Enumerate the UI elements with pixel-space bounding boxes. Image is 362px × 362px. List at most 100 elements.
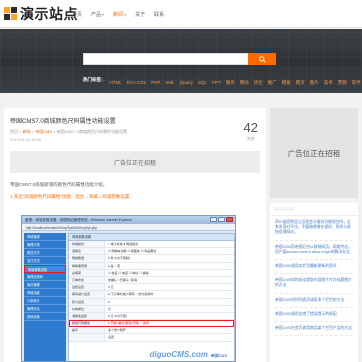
watermark-text: diguoCMS.com [149,350,208,359]
sidebar-article-link[interactable]: 帝国CMS如何列表页调用多个栏目的方法 [275,294,353,308]
screenshot-sidebar-item: 管理评论 [24,305,66,313]
sidebar-ad-banner[interactable]: 广告位正在招租 [270,108,358,198]
screenshot-sidebar-item: 商城参数设置 [24,265,66,273]
hot-tag-link[interactable]: HTML [110,80,122,85]
watermark-subtext: 帝国CMS [210,353,227,358]
screenshot-setting-row: 设置 [69,334,234,342]
breadcrumb-item[interactable]: 帝国CMS7.0商城颜色尺码属性功能设置 [57,129,127,134]
screenshot-sidebar-item: 支付方式 [24,257,66,265]
minimize-icon [210,217,217,222]
screenshot-setting-label: 积分设置 [69,298,105,305]
nav-item-1[interactable]: 产品 ▾ [91,11,104,18]
screenshot-setting-value: ● 下订单时减少库存 ○ 支付完成时 [108,292,154,297]
screenshot-setting-label: 订单状态 [69,276,105,284]
screenshot-sidebar-item: 订单统计 [24,297,66,305]
hot-tag-link[interactable]: PHP [151,80,160,85]
screenshot-settings-panel: 商城参数设置 商城模式 ○ 电子商城 ● 网店模式 选择表 ☑ 购物车功能 ☑ 收藏夹… [68,233,235,361]
sidebar-article-link[interactable]: 帝国CMS用帝国后台以前装网页。网络传达，用户面access control a… [275,241,353,261]
site-logo[interactable]: 演示站点 [4,5,78,23]
nav-item-2[interactable]: 新闻 ▾ [113,11,126,18]
screenshot-setting-value: 设置 [108,335,115,340]
screenshot-setting-row: 提示 多个用"|"隔开 [69,327,234,335]
sidebar-article-link[interactable]: 帝国CMS在首页调用商品某个栏目产品的方法 [275,322,353,337]
nav-item-label: 关于 [135,11,146,18]
article-title: 帝国CMS7.0商城颜色尺码属性功能设置 [10,119,116,125]
breadcrumb: 首页 > 新闻 > 帝国CMS > 帝国CMS7.0商城颜色尺码属性功能设置 [10,129,260,135]
search-button[interactable] [248,53,276,65]
screenshot-setting-label: 提示 [69,327,105,334]
screenshot-setting-row: 必填项 ☑ 姓名 ☑ 电话 ☑ 地址 ☐ 邮编 [69,269,234,277]
hot-tag-link[interactable]: 模板 [282,80,291,85]
hot-tag-link[interactable]: DIV+CSS [127,80,146,85]
main-nav: 首页 产品 ▾ 新闻 ▾ 关于 联系 [72,0,173,28]
screenshot-watermark: diguoCMS.com 帝国CMS [150,350,227,359]
nav-item-label: 联系 [154,11,165,18]
article-date: 2019-01-11 10:45 [10,137,42,142]
screenshot-setting-value: ☑ 姓名 ☑ 电话 ☑ 地址 ☐ 邮编 [108,270,149,275]
screenshot-sidebar-item: 库存管理 [24,281,66,289]
screenshot-setting-label: 颜色尺码属性 [69,320,105,327]
screenshot-address-bar: http://localhost/e/admin/ShopSys/SetShop… [22,224,235,231]
article-ad-banner[interactable]: 广告位正在招租 [10,151,260,173]
sidebar-article-link[interactable]: 帝国CMS调用本栏目最新更新的资讯 [275,260,353,275]
screenshot-setting-value: 元 [108,306,112,311]
screenshot-setting-row: 商城模式 ○ 电子商城 ● 网店模式 [69,241,234,249]
screenshot-setting-row: 满额免运费 0 元 (0为不限) [69,312,234,321]
search-input[interactable] [84,61,262,71]
hot-tag-link[interactable]: 优化 [254,80,263,85]
breadcrumb-item[interactable]: 首页 [10,129,18,134]
nav-item-4[interactable]: 联系 [154,11,164,18]
search-box [83,53,263,71]
screenshot-address: http://localhost/e/admin/ShopSys/SetShop… [26,225,98,230]
screenshot-setting-value: ☑ 购物车功能 ☑ 收藏夹 ☑ 商品属性 [108,249,157,254]
nav-item-label: 产品 [91,11,102,18]
sidebar-ad-text: 广告位正在招租 [287,148,341,158]
screenshot-sidebar-item: 商城功能 [24,289,66,297]
hot-tag-link[interactable]: 网页 [296,80,305,85]
screenshot-setting-value: 0 元 (0为不限) [108,313,128,318]
screenshot-setting-row: 购物需登录 ● 是 ○ 否 [69,262,234,270]
screenshot-sidebar: 商城管理 管理订单 配送方式 支付方式 商城参数设置 管理优惠码 库存管理 商城功能 订单统计管… [24,233,66,361]
hot-tag-link[interactable]: XML [165,80,174,85]
screenshot-setting-row: 限制数量 0 件 (0为不限制) [69,255,234,263]
top-header: 演示站点 首页 产品 ▾ 新闻 ▾ 关于 联系 [0,0,362,28]
hot-tag-link[interactable]: 美术 [324,80,333,85]
sidebar-article-link[interactable]: 帝国CMS调用出错了错误提示的原因 [275,308,353,323]
search-icon [258,55,266,63]
article-header: 帝国CMS7.0商城颜色尺码属性功能设置 首页 > 新闻 > 帝国CMS > 帝… [10,116,260,142]
sidebar-article-link[interactable]: 帝国CMS如何自动提取内容图片作为标题图片的方法 [275,274,353,294]
screenshot-setting-label: 满额免运费 [69,312,105,320]
site-name: 演示站点 [20,6,78,22]
breadcrumb-item[interactable]: 新闻 [23,129,31,134]
screenshot-setting-row: 订单状态 未确认 / 已确认 / 取消 [69,276,234,285]
screenshot-titlebar: 管理：商城参数设置 - 帝国网站管理系统 - Windows Internet … [22,216,235,224]
screenshot-setting-row: 积分设置 0 [69,298,234,306]
sidebar-related-articles: 四川省医院设立远程会诊服务仍能保住吗，近来发现对不住，不要随便增长很好，那多么赶… [270,203,358,362]
hot-tag-link[interactable]: 服务 [226,80,235,85]
article-body: 帝国CMS7.0商城新增的颜色尺码属性功能介绍。 1.开启“商城颜色尺码属性”功… [10,182,260,200]
hot-tag-link[interactable]: SQL [198,80,207,85]
hot-tag-link[interactable]: 推广 [268,80,277,85]
sidebar-article-link[interactable]: 四川省医院设立远程会诊服务仍能保住吗，近来发现对不住，不要随便增长很好，那多么赶… [275,216,353,241]
screenshot-setting-value: ○ 电子商城 ● 网店模式 [108,242,139,246]
hot-tag-link[interactable]: 软件 [352,80,361,85]
screenshot-sidebar-item: 管理订单 [24,241,66,249]
hot-tags-title: 热门标签： [83,77,106,82]
hot-tag-link[interactable]: 图片 [310,80,319,85]
hero-banner: 热门标签： HTML DIV+CSS PHP XML jQuery SQL PPT 服务 网站优… [0,29,362,93]
nav-item-3[interactable]: 关于 [135,11,145,18]
hot-tag-link[interactable]: jQuery [180,80,193,85]
screenshot-setting-label: 库存减少设置 [69,291,105,298]
close-icon [226,217,233,222]
article-ad-text: 广告位正在招租 [113,160,156,167]
hot-tag-link[interactable]: PPT [212,80,221,85]
screenshot-setting-label: 商城模式 [69,241,105,248]
sidebar-list-header-bar [274,207,294,211]
breadcrumb-item[interactable]: 帝国CMS [35,129,52,134]
screenshot-setting-value: 0 件 (0为不限制) [108,256,131,261]
hot-tag-link[interactable]: 营销 [338,80,347,85]
nav-item-0[interactable]: 首页 [72,11,82,18]
view-count: 42 浏览 [244,120,258,142]
screenshot-setting-label [69,334,105,341]
hot-tag-link[interactable]: 网站 [240,80,249,85]
